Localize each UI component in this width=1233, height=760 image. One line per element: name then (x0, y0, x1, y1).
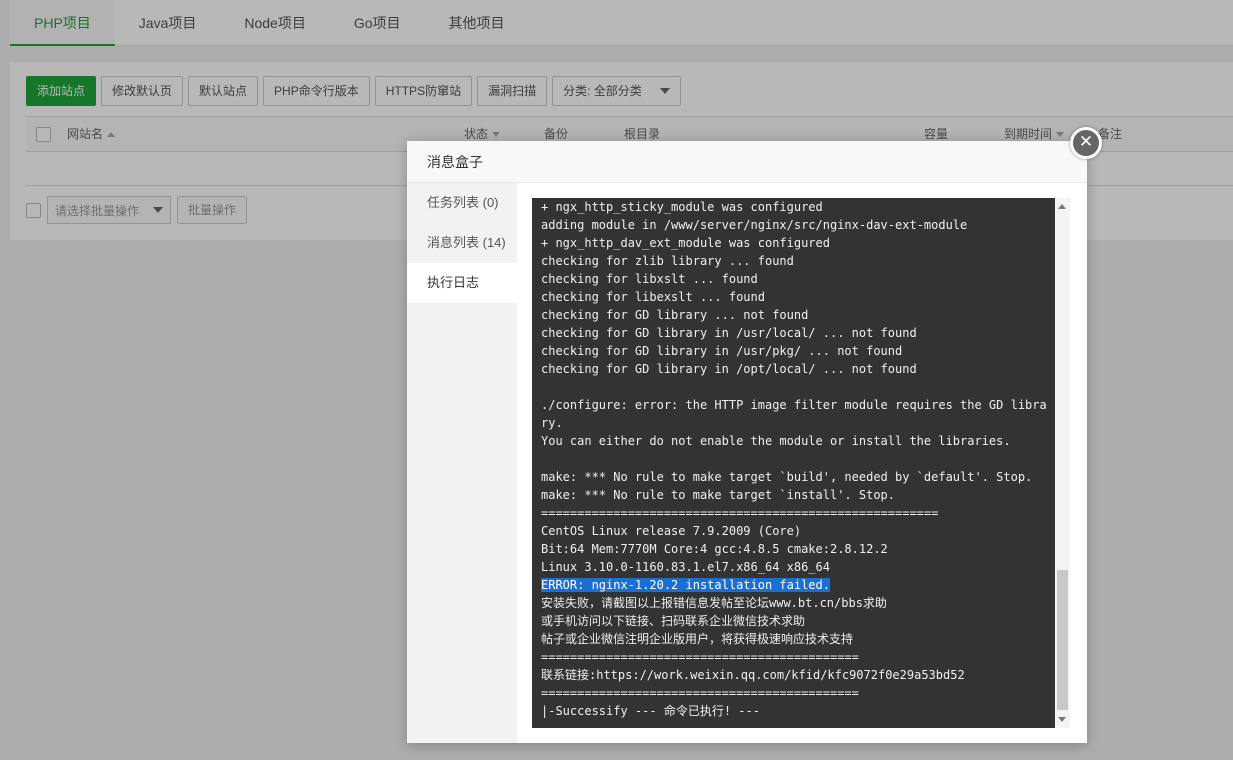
close-icon[interactable]: ✕ (1070, 127, 1102, 159)
log-line: ========================================… (541, 686, 859, 700)
page: PHP项目 Java项目 Node项目 Go项目 其他项目 添加站点 修改默认页… (0, 0, 1233, 760)
log-line: Bit:64 Mem:7770M Core:4 gcc:4.8.5 cmake:… (541, 542, 888, 556)
log-line: checking for libexslt ... found (541, 290, 765, 304)
log-line: checking for GD library in /opt/local/ .… (541, 362, 917, 376)
scroll-down-icon[interactable] (1058, 717, 1066, 722)
exec-log-console[interactable]: + ngx_http_sticky_module was configured a… (532, 198, 1070, 728)
side-item-tasks[interactable]: 任务列表 (0) (407, 183, 517, 223)
log-line: ry. (541, 416, 563, 430)
side-item-messages[interactable]: 消息列表 (14) (407, 223, 517, 263)
message-box-modal: 消息盒子 ✕ 任务列表 (0) 消息列表 (14) 执行日志 + ngx_htt… (407, 127, 1102, 743)
log-line: adding module in /www/server/nginx/src/n… (541, 218, 968, 232)
modal-sidebar: 任务列表 (0) 消息列表 (14) 执行日志 (407, 183, 517, 743)
modal-title: 消息盒子 (407, 141, 1087, 183)
log-line: checking for GD library ... not found (541, 308, 809, 322)
log-line-highlight: ERROR: nginx-1.20.2 installation failed. (541, 578, 830, 592)
log-line: ========================================… (541, 650, 859, 664)
scroll-thumb[interactable] (1057, 570, 1068, 710)
log-line: + ngx_http_sticky_module was configured (541, 200, 823, 214)
log-line: 帖子或企业微信注明企业版用户，将获得极速响应技术支持 (541, 632, 854, 646)
log-line: checking for GD library in /usr/pkg/ ...… (541, 344, 903, 358)
log-line: Linux 3.10.0-1160.83.1.el7.x86_64 x86_64 (541, 560, 830, 574)
log-text: + ngx_http_sticky_module was configured a… (541, 198, 1051, 720)
log-line: checking for libxslt ... found (541, 272, 758, 286)
log-line: CentOS Linux release 7.9.2009 (Core) (541, 524, 802, 538)
log-line: ./configure: error: the HTTP image filte… (541, 398, 1047, 412)
log-line: checking for GD library in /usr/local/ .… (541, 326, 917, 340)
log-line: You can either do not enable the module … (541, 434, 1011, 448)
scroll-up-icon[interactable] (1058, 204, 1066, 209)
log-line: make: *** No rule to make target `build'… (541, 470, 1033, 484)
log-line: 安装失败，请截图以上报错信息发帖至论坛www.bt.cn/bbs求助 (541, 596, 887, 610)
log-line: |-Successify --- 命令已执行! --- (541, 704, 760, 718)
log-line: 或手机访问以下链接、扫码联系企业微信技术求助 (541, 614, 806, 628)
log-line: make: *** No rule to make target `instal… (541, 488, 896, 502)
side-item-exec-log[interactable]: 执行日志 (407, 263, 517, 303)
log-scrollbar[interactable] (1055, 198, 1070, 728)
log-line: 联系链接:https://work.weixin.qq.com/kfid/kfc… (541, 668, 965, 682)
log-line: + ngx_http_dav_ext_module was configured (541, 236, 830, 250)
log-line: ERROR: nginx-1.20.2 installation failed. (541, 576, 1051, 594)
log-line: checking for zlib library ... found (541, 254, 794, 268)
log-line: ========================================… (541, 506, 939, 520)
